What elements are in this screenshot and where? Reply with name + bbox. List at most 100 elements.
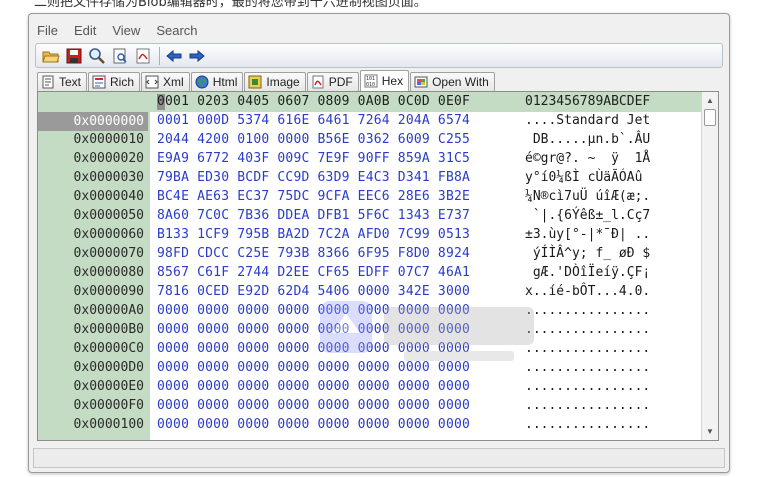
open-with-icon bbox=[414, 75, 428, 89]
row-address: 0x0000010 bbox=[73, 132, 144, 147]
row-ascii[interactable]: ¼N®cì7uÜ úîÆ(æ;. bbox=[525, 189, 650, 204]
tab-text-label: Text bbox=[59, 75, 82, 89]
hex-row[interactable]: 0x0000010 2044 4200 0100 0000 B56E 0362 6… bbox=[38, 131, 702, 150]
status-bar bbox=[33, 448, 725, 468]
row-hex-bytes[interactable]: E9A9 6772 403F 009C 7E9F 90FF 859A 31C5 bbox=[157, 151, 470, 166]
search-icon[interactable] bbox=[88, 47, 106, 65]
hex-row[interactable]: 0x0000090 7816 0CED E92D 62D4 5406 0000 3… bbox=[38, 283, 702, 302]
row-ascii[interactable]: `|.{6Ýêß±_l.Cç7 bbox=[525, 208, 650, 223]
row-ascii[interactable]: ................ bbox=[525, 379, 650, 394]
row-hex-bytes[interactable]: 98FD CDCC C25E 793B 8366 6F95 F8D0 8924 bbox=[157, 246, 470, 261]
row-address: 0x00000D0 bbox=[73, 360, 144, 375]
row-hex-bytes[interactable]: 0000 0000 0000 0000 0000 0000 0000 0000 bbox=[157, 398, 470, 413]
row-ascii[interactable]: ................ bbox=[525, 417, 650, 432]
tab-open-with-label: Open With bbox=[432, 75, 489, 89]
tab-open-with[interactable]: Open With bbox=[410, 72, 495, 91]
hex-icon: 101 010 bbox=[364, 74, 378, 88]
row-ascii[interactable]: é©gr@?. ~ ÿ 1Å bbox=[525, 151, 650, 166]
hex-view-pane[interactable]: 0001 0203 0405 0607 0809 0A0B 0C0D 0E0F … bbox=[37, 91, 719, 441]
tab-hex-label: Hex bbox=[381, 74, 404, 88]
back-arrow-icon[interactable] bbox=[165, 47, 183, 65]
hex-row[interactable]: 0x0000100 0000 0000 0000 0000 0000 0000 0… bbox=[38, 416, 702, 435]
print-preview-icon[interactable] bbox=[111, 47, 129, 65]
menu-view[interactable]: View bbox=[112, 23, 140, 38]
scroll-up-arrow-icon[interactable]: ▲ bbox=[702, 92, 718, 109]
vertical-scrollbar[interactable]: ▲ ▼ bbox=[701, 92, 718, 440]
row-hex-bytes[interactable]: 8A60 7C0C 7B36 DDEA DFB1 5F6C 1343 E737 bbox=[157, 208, 470, 223]
forward-arrow-icon[interactable] bbox=[188, 47, 206, 65]
row-ascii[interactable]: ................ bbox=[525, 322, 650, 337]
row-ascii[interactable]: ................ bbox=[525, 303, 650, 318]
rich-text-icon bbox=[92, 75, 106, 89]
tab-image-label: Image bbox=[266, 75, 300, 89]
row-hex-bytes[interactable]: 7816 0CED E92D 62D4 5406 0000 342E 3000 bbox=[157, 284, 470, 299]
tab-pdf-label: PDF bbox=[328, 75, 353, 89]
tab-xml-label: Xml bbox=[163, 75, 184, 89]
hex-row[interactable]: 0x00000E0 0000 0000 0000 0000 0000 0000 0… bbox=[38, 378, 702, 397]
row-hex-bytes[interactable]: 79BA ED30 BCDF CC9D 63D9 E4C3 D341 FB8A bbox=[157, 170, 470, 185]
row-ascii[interactable]: ................ bbox=[525, 341, 650, 356]
row-address: 0x0000070 bbox=[73, 246, 144, 261]
html-globe-icon bbox=[195, 75, 209, 89]
row-ascii[interactable]: gÆ.'DÒîÏeíÿ.ÇF¡ bbox=[525, 265, 650, 280]
scroll-down-arrow-icon[interactable]: ▼ bbox=[702, 423, 718, 440]
tab-pdf[interactable]: PDF bbox=[306, 72, 359, 91]
row-address: 0x0000060 bbox=[73, 227, 144, 242]
toolbar bbox=[35, 43, 723, 68]
hex-row[interactable]: 0x0000060 B133 1CF9 795B BA2D 7C2A AFD0 7… bbox=[38, 226, 702, 245]
hex-row[interactable]: 0x0000080 8567 C61F 2744 D2EE CF65 EDFF 0… bbox=[38, 264, 702, 283]
pdf-export-icon[interactable] bbox=[134, 47, 152, 65]
save-icon[interactable] bbox=[65, 47, 83, 65]
hex-row[interactable]: 0x0000070 98FD CDCC C25E 793B 8366 6F95 F… bbox=[38, 245, 702, 264]
hex-row[interactable]: 0x00000D0 0000 0000 0000 0000 0000 0000 0… bbox=[38, 359, 702, 378]
row-address: 0x0000020 bbox=[73, 151, 144, 166]
tab-xml[interactable]: Xml bbox=[141, 72, 190, 91]
row-address: 0x0000080 bbox=[73, 265, 144, 280]
row-hex-bytes[interactable]: B133 1CF9 795B BA2D 7C2A AFD0 7C99 0513 bbox=[157, 227, 470, 242]
row-hex-bytes[interactable]: 0001 000D 5374 616E 6461 7264 204A 6574 bbox=[157, 113, 470, 128]
row-hex-bytes[interactable]: BC4E AE63 EC37 75DC 9CFA EEC6 28E6 3B2E bbox=[157, 189, 470, 204]
tab-image[interactable]: Image bbox=[244, 72, 306, 91]
row-ascii[interactable]: x..íé-bÔT...4.0. bbox=[525, 284, 650, 299]
tab-hex[interactable]: 101 010 Hex bbox=[359, 70, 410, 91]
hex-row[interactable]: 0x00000B0 0000 0000 0000 0000 0000 0000 0… bbox=[38, 321, 702, 340]
row-hex-bytes[interactable]: 0000 0000 0000 0000 0000 0000 0000 0000 bbox=[157, 322, 470, 337]
menu-file[interactable]: File bbox=[37, 23, 58, 38]
open-folder-icon[interactable] bbox=[42, 47, 60, 65]
row-address: 0x00000A0 bbox=[73, 303, 144, 318]
tab-rich[interactable]: Rich bbox=[88, 72, 141, 91]
row-hex-bytes[interactable]: 0000 0000 0000 0000 0000 0000 0000 0000 bbox=[157, 417, 470, 432]
row-ascii[interactable]: ýÍÌÂ^y; f_ øÐ $ bbox=[525, 246, 650, 261]
row-hex-bytes[interactable]: 0000 0000 0000 0000 0000 0000 0000 0000 bbox=[157, 360, 470, 375]
row-address: 0x0000090 bbox=[73, 284, 144, 299]
hex-row[interactable]: 0x0000030 79BA ED30 BCDF CC9D 63D9 E4C3 D… bbox=[38, 169, 702, 188]
row-ascii[interactable]: y°í0¼ßÌ cÙäÃÓAû bbox=[525, 170, 642, 185]
menu-search[interactable]: Search bbox=[156, 23, 197, 38]
hex-row[interactable]: 0x00000F0 0000 0000 0000 0000 0000 0000 0… bbox=[38, 397, 702, 416]
hex-row[interactable]: 0x00000A0 0000 0000 0000 0000 0000 0000 0… bbox=[38, 302, 702, 321]
row-hex-bytes[interactable]: 2044 4200 0100 0000 B56E 0362 6009 C255 bbox=[157, 132, 470, 147]
hex-row[interactable]: 0x0000050 8A60 7C0C 7B36 DDEA DFB1 5F6C 1… bbox=[38, 207, 702, 226]
row-ascii[interactable]: ................ bbox=[525, 398, 650, 413]
tab-text[interactable]: Text bbox=[37, 72, 88, 91]
row-hex-bytes[interactable]: 0000 0000 0000 0000 0000 0000 0000 0000 bbox=[157, 303, 470, 318]
row-address: 0x00000B0 bbox=[73, 322, 144, 337]
menu-edit[interactable]: Edit bbox=[74, 23, 96, 38]
hex-row[interactable]: 0x0000040 BC4E AE63 EC37 75DC 9CFA EEC6 2… bbox=[38, 188, 702, 207]
row-hex-bytes[interactable]: 0000 0000 0000 0000 0000 0000 0000 0000 bbox=[157, 379, 470, 394]
text-icon bbox=[41, 75, 55, 89]
row-ascii[interactable]: ................ bbox=[525, 360, 650, 375]
hex-row[interactable]: 0x0000020 E9A9 6772 403F 009C 7E9F 90FF 8… bbox=[38, 150, 702, 169]
hex-row[interactable]: 0x0000000 0001 000D 5374 616E 6461 7264 2… bbox=[38, 112, 702, 131]
row-ascii[interactable]: DB.....µn.b`.ÂU bbox=[525, 132, 650, 147]
row-ascii[interactable]: ±3.ùy[°-|*¯Ð| .. bbox=[525, 227, 650, 242]
row-address: 0x0000100 bbox=[73, 417, 144, 432]
row-address: 0x0000030 bbox=[73, 170, 144, 185]
row-address: 0x00000C0 bbox=[73, 341, 144, 356]
row-hex-bytes[interactable]: 0000 0000 0000 0000 0000 0000 0000 0000 bbox=[157, 341, 470, 356]
hex-row[interactable]: 0x00000C0 0000 0000 0000 0000 0000 0000 0… bbox=[38, 340, 702, 359]
scrollbar-thumb[interactable] bbox=[704, 109, 716, 126]
row-hex-bytes[interactable]: 8567 C61F 2744 D2EE CF65 EDFF 07C7 46A1 bbox=[157, 265, 470, 280]
row-ascii[interactable]: ....Standard Jet bbox=[525, 113, 650, 128]
tab-html[interactable]: Html bbox=[190, 72, 244, 91]
